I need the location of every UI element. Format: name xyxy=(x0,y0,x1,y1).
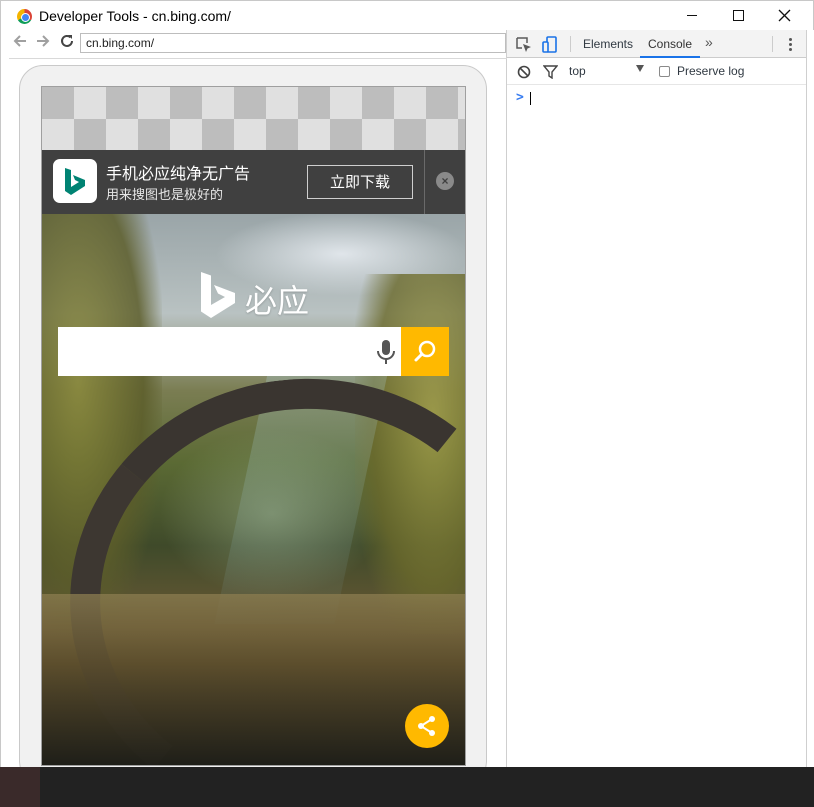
context-selector[interactable]: top xyxy=(569,64,586,78)
banner-divider xyxy=(424,150,425,214)
bing-b-icon xyxy=(201,272,235,318)
bing-app-logo xyxy=(53,159,97,203)
device-screen: 手机必应纯净无广告 用来搜图也是极好的 立即下载 × 必应 xyxy=(41,86,466,766)
console-output[interactable]: > xyxy=(507,86,807,767)
chevron-down-icon[interactable] xyxy=(636,65,644,72)
clear-console-icon[interactable] xyxy=(517,65,531,79)
devtools-tab-bar: Elements Console » xyxy=(507,30,807,58)
transparent-area xyxy=(42,87,465,150)
toolbar-divider xyxy=(9,58,507,59)
background-image: 必应 xyxy=(42,214,465,765)
app-download-banner: 手机必应纯净无广告 用来搜图也是极好的 立即下载 × xyxy=(42,150,465,214)
taskbar-left-edge xyxy=(0,767,40,807)
device-toolbar-icon[interactable] xyxy=(541,36,559,54)
close-icon xyxy=(778,9,790,22)
microphone-icon[interactable] xyxy=(374,339,398,365)
reload-button[interactable] xyxy=(57,33,77,53)
download-now-button[interactable]: 立即下载 xyxy=(307,165,413,199)
share-icon xyxy=(418,716,435,736)
reload-icon xyxy=(61,34,73,47)
inspect-element-icon[interactable] xyxy=(515,36,533,54)
browser-pane: cn.bing.com/ 手机必应纯净无广告 用来搜图也是极好的 立即下载 × … xyxy=(0,30,507,785)
bing-logo-text: 必应 xyxy=(245,282,310,320)
search-box xyxy=(58,327,401,376)
window-right-edge xyxy=(806,30,814,767)
devtools-menu-button[interactable] xyxy=(785,36,795,54)
arrow-right-icon xyxy=(37,35,50,47)
preserve-log-checkbox[interactable] xyxy=(659,66,670,77)
minimize-button[interactable] xyxy=(669,3,715,29)
banner-close-button[interactable]: × xyxy=(436,172,454,190)
bing-logo-icon xyxy=(65,168,85,195)
devtools-pane: Elements Console » top Preserve log > xyxy=(507,30,807,767)
back-button[interactable] xyxy=(10,33,30,53)
more-tabs-button[interactable]: » xyxy=(705,34,713,50)
search-input[interactable] xyxy=(58,327,358,376)
forward-button[interactable] xyxy=(33,33,53,53)
console-caret xyxy=(530,92,531,105)
window-title: Developer Tools - cn.bing.com/ xyxy=(39,8,231,24)
minimize-icon xyxy=(687,15,697,17)
menu-separator xyxy=(772,36,773,52)
image-water xyxy=(42,594,465,765)
banner-title: 手机必应纯净无广告 xyxy=(106,164,251,183)
banner-subtitle: 用来搜图也是极好的 xyxy=(106,188,224,203)
tab-elements[interactable]: Elements xyxy=(577,30,639,58)
search-icon xyxy=(414,340,436,362)
console-toolbar: top Preserve log xyxy=(507,58,807,85)
tab-separator xyxy=(570,36,571,52)
navigation-bar: cn.bing.com/ xyxy=(1,30,507,58)
filter-icon[interactable] xyxy=(543,65,558,79)
maximize-button[interactable] xyxy=(715,3,761,29)
preserve-log-label: Preserve log xyxy=(677,64,745,78)
close-window-button[interactable] xyxy=(761,3,807,29)
address-bar[interactable]: cn.bing.com/ xyxy=(80,33,506,53)
kebab-menu-icon xyxy=(788,38,792,41)
console-prompt: > xyxy=(516,90,524,105)
chrome-icon xyxy=(17,9,32,24)
share-button[interactable] xyxy=(405,704,449,748)
maximize-icon xyxy=(732,10,744,22)
tab-console[interactable]: Console xyxy=(640,30,700,58)
search-button[interactable] xyxy=(401,327,449,376)
taskbar xyxy=(0,767,814,807)
window-titlebar: Developer Tools - cn.bing.com/ xyxy=(0,0,814,30)
arrow-left-icon xyxy=(13,35,26,47)
